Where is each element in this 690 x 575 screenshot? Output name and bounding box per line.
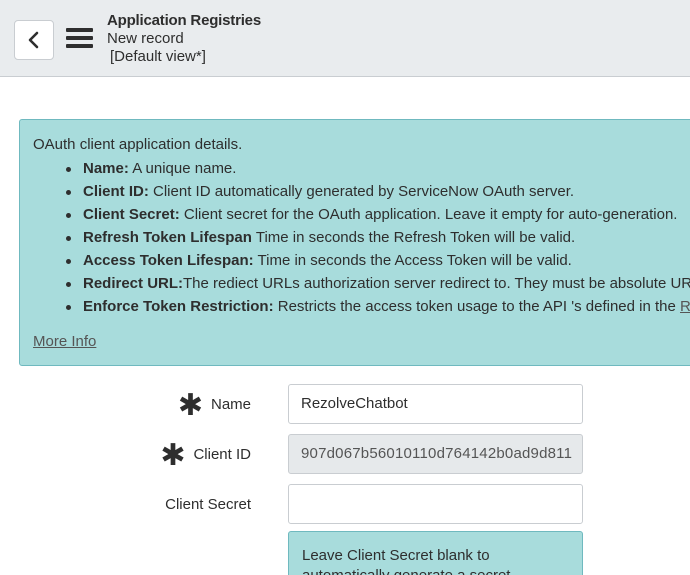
- info-intro: OAuth client application details.: [33, 136, 243, 153]
- view-name[interactable]: [Default view*]: [107, 48, 261, 66]
- list-item: Name: A unique name.: [66, 160, 690, 183]
- list-item: Client ID: Client ID automatically gener…: [66, 183, 690, 206]
- record-title: New record: [107, 30, 184, 47]
- client-secret-hint: Leave Client Secret blank to automatical…: [288, 531, 583, 575]
- list-item: Enforce Token Restriction: Restricts the…: [66, 298, 690, 321]
- client-secret-label: Client Secret: [165, 495, 251, 513]
- page-title: Application Registries New record [Defau…: [107, 12, 261, 66]
- name-row: ✱ Name RezolveChatbot: [0, 384, 690, 424]
- info-list: Name: A unique name. Client ID: Client I…: [33, 160, 690, 321]
- client-id-field: 907d067b56010110d764142b0ad9d811: [288, 434, 583, 474]
- name-label: ✱ Name: [177, 389, 251, 422]
- client-id-label: ✱ Client ID: [160, 439, 251, 472]
- mandatory-icon: ✱: [160, 439, 186, 472]
- rest-api-link[interactable]: REST API: [680, 298, 690, 315]
- list-item: Access Token Lifespan: Time in seconds t…: [66, 252, 690, 275]
- list-item: Redirect URL:The rediect URLs authorizat…: [66, 275, 690, 298]
- list-item: Refresh Token Lifespan Time in seconds t…: [66, 229, 690, 252]
- table-title: Application Registries: [107, 12, 261, 29]
- client-secret-input[interactable]: [288, 484, 583, 524]
- mandatory-icon: ✱: [177, 389, 203, 422]
- name-input[interactable]: RezolveChatbot: [288, 384, 583, 424]
- form-header: Application Registries New record [Defau…: [0, 0, 690, 77]
- client-secret-row: Client Secret: [0, 484, 690, 524]
- client-id-row: ✱ Client ID 907d067b56010110d764142b0ad9…: [0, 434, 690, 474]
- back-button[interactable]: [14, 20, 54, 60]
- hamburger-menu-icon[interactable]: [66, 28, 94, 52]
- chevron-left-icon: [28, 31, 39, 49]
- list-item: Client Secret: Client secret for the OAu…: [66, 206, 690, 229]
- more-info-link[interactable]: More Info: [33, 333, 96, 350]
- info-message-box: OAuth client application details. Name: …: [19, 119, 690, 366]
